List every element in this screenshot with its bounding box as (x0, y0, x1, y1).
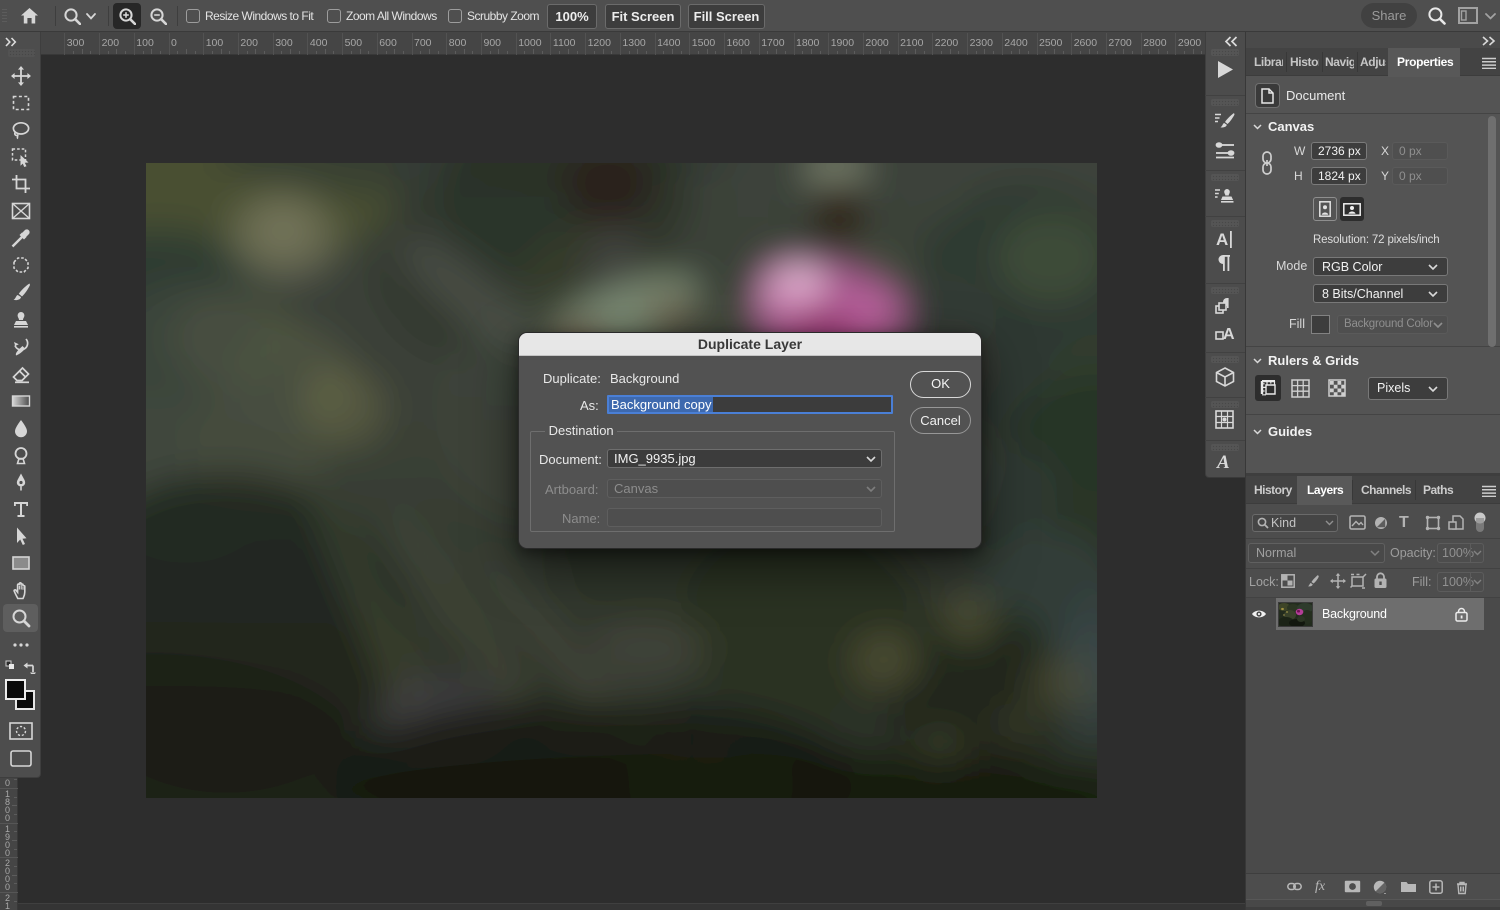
svg-text:A: A (1216, 452, 1230, 473)
svg-text:A: A (1223, 326, 1235, 343)
svg-text:A: A (1216, 230, 1228, 249)
